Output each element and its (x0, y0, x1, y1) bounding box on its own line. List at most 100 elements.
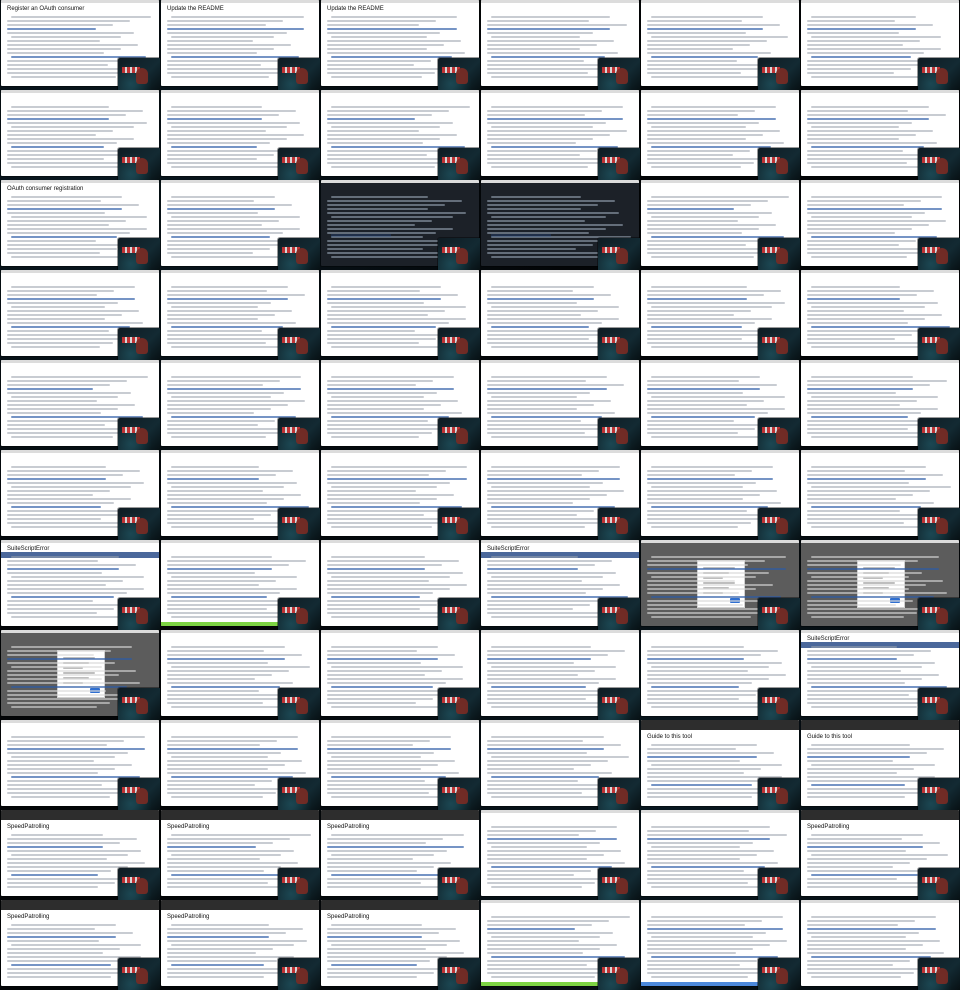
thumbnail-tile[interactable] (0, 360, 160, 450)
text-line (11, 646, 132, 648)
thumbnail-tile[interactable] (320, 540, 480, 630)
thumbnail-tile[interactable]: SpeedPatrolling (0, 900, 160, 990)
thumbnail-tile[interactable] (160, 90, 320, 180)
webcam-person (456, 428, 468, 444)
browser-chrome-bar (641, 810, 799, 813)
text-line (167, 200, 254, 202)
thumbnail-tile[interactable] (320, 450, 480, 540)
thumbnail-tile[interactable] (0, 450, 160, 540)
thumbnail-tile[interactable] (640, 90, 800, 180)
thumbnail-tile[interactable] (480, 270, 640, 360)
text-line (487, 510, 594, 512)
thumbnail-tile[interactable] (160, 450, 320, 540)
thumbnail-tile[interactable] (160, 180, 320, 270)
thumbnail-tile[interactable] (320, 270, 480, 360)
thumbnail-tile[interactable] (0, 630, 160, 720)
thumbnail-tile[interactable] (640, 630, 800, 720)
thumbnail-tile[interactable] (640, 450, 800, 540)
thumbnail-tile[interactable] (800, 540, 960, 630)
text-line (651, 56, 758, 58)
thumbnail-tile[interactable] (160, 540, 320, 630)
thumbnail-tile[interactable] (640, 540, 800, 630)
text-line (647, 322, 755, 324)
thumbnail-tile[interactable]: Update the README (320, 0, 480, 90)
thumbnail-tile[interactable]: OAuth consumer registration (0, 180, 160, 270)
thumbnail-tile[interactable] (480, 900, 640, 990)
text-line (491, 486, 590, 488)
thumbnail-tile[interactable] (480, 630, 640, 720)
text-line (327, 498, 437, 500)
thumbnail-tile[interactable] (800, 180, 960, 270)
text-line (167, 882, 268, 884)
thumbnail-tile[interactable] (640, 180, 800, 270)
text-line (487, 150, 597, 152)
text-line (647, 662, 782, 664)
text-line (487, 114, 585, 116)
thumbnail-tile[interactable]: SpeedPatrolling (160, 810, 320, 900)
thumbnail-tile[interactable] (480, 360, 640, 450)
thumbnail-tile[interactable] (640, 270, 800, 360)
thumbnail-tile[interactable]: Guide to this tool (800, 720, 960, 810)
text-line (331, 736, 451, 738)
thumbnail-tile[interactable] (320, 630, 480, 720)
thumbnail-tile[interactable] (800, 270, 960, 360)
thumbnail-tile[interactable]: SpeedPatrolling (320, 900, 480, 990)
text-line (807, 760, 893, 762)
thumbnail-tile[interactable] (480, 180, 640, 270)
webcam-overlay (918, 58, 960, 90)
thumbnail-tile[interactable] (320, 360, 480, 450)
thumbnail-tile[interactable]: Register an OAuth consumer (0, 0, 160, 90)
thumbnail-tile[interactable]: SpeedPatrolling (160, 900, 320, 990)
thumbnail-tile[interactable]: SpeedPatrolling (800, 810, 960, 900)
thumbnail-tile[interactable] (800, 900, 960, 990)
thumbnail-tile[interactable] (0, 720, 160, 810)
thumbnail-tile[interactable] (160, 360, 320, 450)
thumbnail-tile[interactable]: SuiteScriptError (800, 630, 960, 720)
text-line (807, 682, 905, 684)
thumbnail-tile[interactable] (640, 810, 800, 900)
text-line (807, 796, 905, 798)
thumbnail-tile[interactable] (480, 450, 640, 540)
text-line (167, 748, 298, 750)
text-line (327, 142, 423, 144)
text-line (487, 522, 598, 524)
browser-chrome-bar (321, 360, 479, 363)
text-line (491, 646, 591, 648)
thumbnail-tile[interactable] (0, 270, 160, 360)
thumbnail-tile[interactable] (800, 450, 960, 540)
thumbnail-tile[interactable]: SuiteScriptError (0, 540, 160, 630)
thumbnail-tile[interactable] (640, 0, 800, 90)
thumbnail-tile[interactable] (160, 630, 320, 720)
text-line (327, 60, 431, 62)
thumbnail-tile[interactable]: Update the README (160, 0, 320, 90)
thumbnail-tile[interactable] (800, 0, 960, 90)
thumbnail-tile[interactable] (640, 900, 800, 990)
thumbnail-tile[interactable] (800, 90, 960, 180)
thumbnail-tile[interactable] (160, 720, 320, 810)
thumbnail-tile[interactable] (320, 90, 480, 180)
text-line (807, 52, 924, 54)
thumbnail-tile[interactable] (320, 180, 480, 270)
thumbnail-tile[interactable] (480, 0, 640, 90)
text-line (807, 130, 933, 132)
thumbnail-tile[interactable] (480, 810, 640, 900)
text-line (327, 162, 448, 164)
text-line (807, 928, 936, 930)
text-line (487, 658, 591, 660)
text-line (7, 976, 111, 978)
text-line (647, 584, 773, 586)
thumbnail-tile[interactable] (0, 90, 160, 180)
thumbnail-tile[interactable] (480, 90, 640, 180)
thumbnail-tile[interactable] (480, 720, 640, 810)
text-line (11, 16, 151, 18)
thumbnail-tile[interactable] (160, 270, 320, 360)
thumbnail-tile[interactable] (320, 720, 480, 810)
thumbnail-tile[interactable]: Guide to this tool (640, 720, 800, 810)
thumbnail-tile[interactable]: SpeedPatrolling (0, 810, 160, 900)
thumbnail-tile[interactable]: SpeedPatrolling (320, 810, 480, 900)
thumbnail-tile[interactable] (640, 360, 800, 450)
text-line (167, 208, 275, 210)
thumbnail-tile[interactable]: SuiteScriptError (480, 540, 640, 630)
thumbnail-tile[interactable] (800, 360, 960, 450)
text-line (811, 666, 922, 668)
